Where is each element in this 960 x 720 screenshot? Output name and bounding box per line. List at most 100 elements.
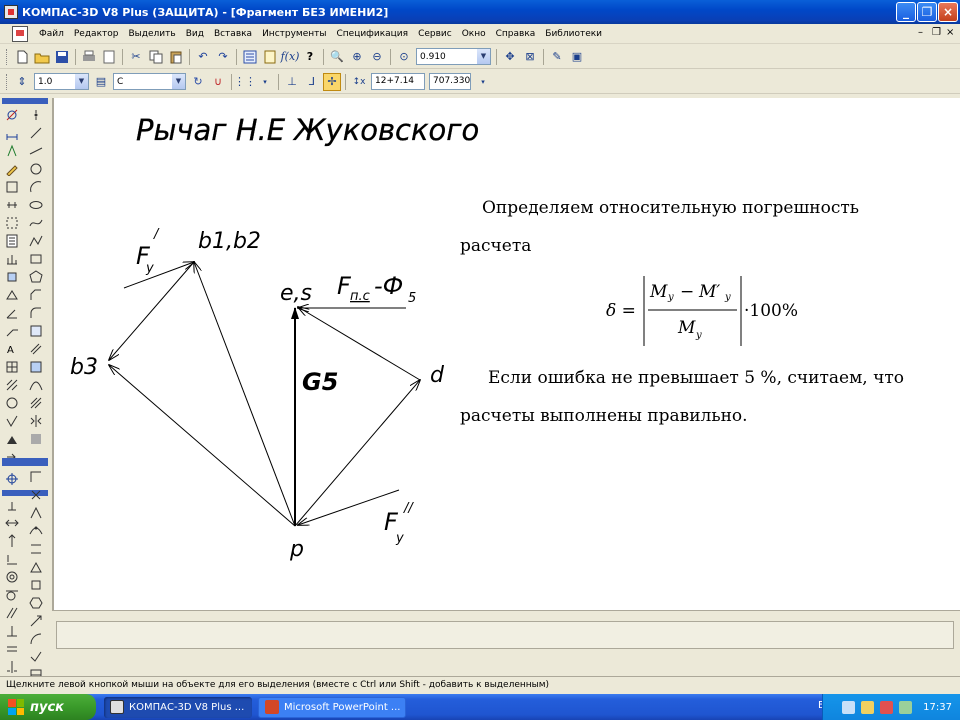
chevron-down-icon[interactable]: ▼ — [477, 49, 490, 64]
delete-constraints-icon[interactable] — [28, 487, 44, 503]
constraint-box-icon[interactable] — [28, 577, 44, 593]
open-folder-icon[interactable] — [33, 48, 51, 66]
constraint-tri-icon[interactable] — [28, 559, 44, 575]
circle-icon[interactable] — [28, 161, 44, 177]
menu-help[interactable]: Справка — [491, 29, 541, 39]
hatch-fill-icon[interactable] — [28, 359, 44, 375]
spline-icon[interactable] — [28, 215, 44, 231]
reports-icon[interactable] — [4, 251, 20, 267]
chevron-down-icon[interactable]: ▾ — [474, 73, 492, 91]
segment-icon[interactable] — [28, 125, 44, 141]
ellipse-icon[interactable] — [28, 197, 44, 213]
hatch-icon[interactable] — [4, 377, 20, 393]
panel-scroll-top[interactable] — [2, 98, 48, 104]
ortho-icon[interactable]: ⅃ — [303, 73, 321, 91]
line-icon[interactable] — [28, 143, 44, 159]
doc-minimize-button[interactable]: – — [918, 27, 923, 38]
volume-icon[interactable] — [861, 700, 875, 714]
roughness-icon[interactable] — [4, 413, 20, 429]
vertical-icon[interactable] — [4, 533, 20, 549]
coord-y-field[interactable]: 707.330 — [429, 73, 471, 90]
print-icon[interactable] — [80, 48, 98, 66]
symbols-icon[interactable] — [4, 143, 20, 159]
doc-restore-button[interactable]: ❐ — [932, 27, 941, 38]
menu-libraries[interactable]: Библиотеки — [540, 29, 607, 39]
constraint-arrow-icon[interactable] — [28, 613, 44, 629]
start-button[interactable]: пуск — [0, 694, 96, 720]
menu-tools[interactable]: Инструменты — [257, 29, 331, 39]
snap-icon[interactable]: ✢ — [323, 72, 341, 91]
symmetry-icon[interactable] — [4, 659, 20, 675]
zoom-in-icon[interactable]: ⊕ — [348, 48, 366, 66]
horizontal-icon[interactable] — [4, 515, 20, 531]
toolbar-grip[interactable] — [6, 73, 9, 90]
gradient-icon[interactable] — [28, 431, 44, 447]
fix-point-icon[interactable] — [4, 497, 20, 513]
measure-icon[interactable] — [4, 197, 20, 213]
contour-icon[interactable] — [28, 323, 44, 339]
undo-icon[interactable]: ↶ — [194, 48, 212, 66]
new-file-icon[interactable] — [13, 48, 31, 66]
variables-icon[interactable]: f(x) — [281, 48, 300, 66]
menu-insert[interactable]: Вставка — [209, 29, 257, 39]
style-combo[interactable]: C ▼ — [113, 73, 186, 90]
pan-icon[interactable]: ✥ — [501, 48, 519, 66]
copy-icon[interactable] — [147, 48, 165, 66]
fillet-icon[interactable] — [28, 305, 44, 321]
collinear-icon[interactable] — [4, 551, 20, 567]
line-scale-combo[interactable]: 1.0 ▼ — [34, 73, 89, 90]
fix-dimension-icon[interactable] — [28, 505, 44, 521]
rotate-icon[interactable]: ↻ — [189, 73, 207, 91]
point-icon[interactable] — [28, 107, 44, 123]
parametrize-icon[interactable] — [4, 179, 20, 195]
spec-icon[interactable] — [4, 233, 20, 249]
coord-x-field[interactable]: 12+7.14 — [371, 73, 425, 90]
table-icon[interactable] — [4, 359, 20, 375]
drawing-canvas[interactable]: Рычаг Н.Е Жуковского b1,b2 b3 e,s d p G5… — [52, 98, 960, 610]
base-icon[interactable] — [4, 431, 20, 447]
dimensions-icon[interactable] — [4, 125, 20, 141]
leader-icon[interactable] — [4, 323, 20, 339]
coaxial-icon[interactable] — [4, 569, 20, 585]
angle-icon[interactable] — [4, 305, 20, 321]
chevron-down-icon[interactable]: ▼ — [172, 74, 185, 89]
close-button[interactable]: × — [938, 2, 958, 22]
insert-icon[interactable] — [4, 269, 20, 285]
task-kompas[interactable]: КОМПАС-3D V8 Plus ... — [104, 696, 252, 718]
align-points-icon[interactable] — [28, 541, 44, 557]
magnet-icon[interactable]: ∪ — [209, 73, 227, 91]
text-icon[interactable]: A — [4, 341, 20, 357]
arc-icon[interactable] — [28, 179, 44, 195]
mirror-icon[interactable] — [28, 413, 44, 429]
perpendicular-icon[interactable] — [4, 623, 20, 639]
tree-icon[interactable] — [241, 48, 259, 66]
geometry-icon[interactable] — [4, 107, 20, 123]
refresh-icon[interactable]: ✎ — [548, 48, 566, 66]
redo-icon[interactable]: ↷ — [214, 48, 232, 66]
macro-icon[interactable] — [4, 287, 20, 303]
save-icon[interactable] — [53, 48, 71, 66]
select-icon[interactable] — [4, 215, 20, 231]
menu-window[interactable]: Окно — [457, 29, 491, 39]
menu-view[interactable]: Вид — [181, 29, 209, 39]
constraint-arc-icon[interactable] — [28, 631, 44, 647]
grid-dropdown-icon[interactable]: ▾ — [256, 73, 274, 91]
zoom-combo[interactable]: 0.910 ▼ — [416, 48, 491, 65]
library-icon[interactable] — [261, 48, 279, 66]
update-icon[interactable] — [899, 700, 913, 714]
menu-editor[interactable]: Редактор — [69, 29, 124, 39]
menu-file[interactable]: Файл — [34, 29, 69, 39]
document-icon[interactable] — [12, 25, 28, 42]
doc-close-button[interactable]: × — [946, 27, 954, 38]
network-icon[interactable] — [842, 700, 856, 714]
menu-service[interactable]: Сервис — [413, 29, 457, 39]
panel-scroll-mid[interactable] — [2, 458, 48, 466]
constraint-mark-icon[interactable] — [28, 649, 44, 665]
paste-icon[interactable] — [167, 48, 185, 66]
security-icon[interactable] — [880, 700, 894, 714]
bezier-icon[interactable] — [28, 377, 44, 393]
toolbar-grip[interactable] — [6, 48, 9, 65]
tangent-icon[interactable] — [4, 587, 20, 603]
zoom-window-icon[interactable]: 🔍 — [328, 48, 346, 66]
help-pointer-icon[interactable]: ? — [301, 48, 319, 66]
